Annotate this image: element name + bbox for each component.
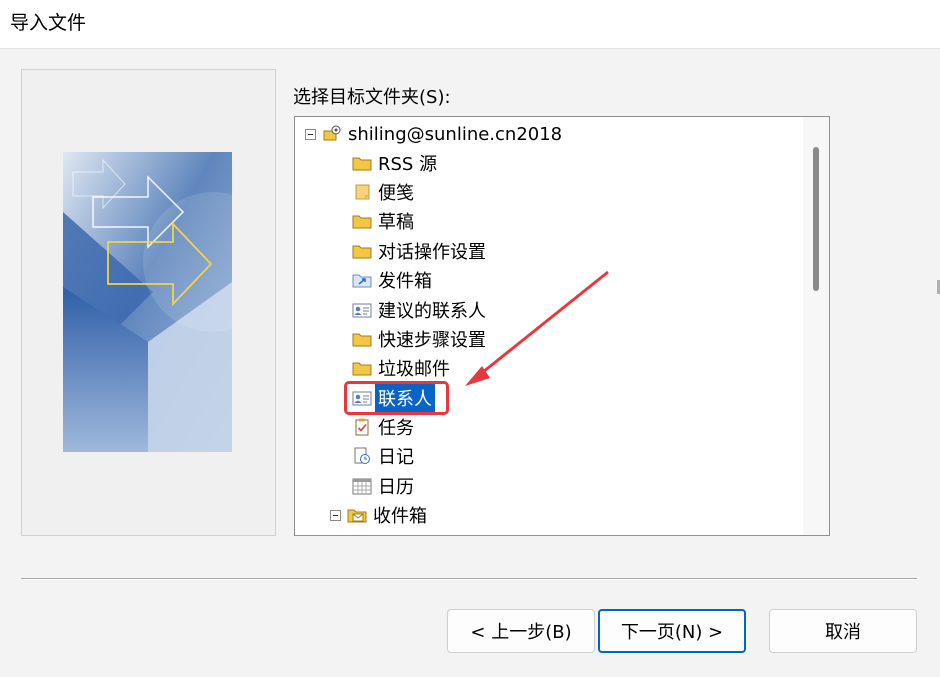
tree-item-label: 草稿 [378, 212, 414, 233]
folder-icon [352, 362, 372, 376]
tree-item-label: 对话操作设置 [378, 242, 486, 263]
inbox-icon [347, 509, 367, 523]
calendar-icon [352, 478, 372, 495]
tree-item-quick-steps[interactable]: 快速步骤设置 [352, 325, 486, 353]
tree-item-label: 发件箱 [378, 271, 432, 292]
tree-item-label: 建议的联系人 [378, 301, 486, 322]
tree-item-suggested-contacts[interactable]: 建议的联系人 [352, 296, 486, 324]
tree-item-label: 快速步骤设置 [378, 330, 486, 351]
tree-item-notes[interactable]: 便笺 [352, 178, 414, 206]
tree-item-junk[interactable]: 垃圾邮件 [352, 354, 450, 382]
tree-item-label: 收件箱 [373, 506, 427, 527]
tree-item-outbox[interactable]: 发件箱 [352, 266, 432, 294]
footer-separator [21, 578, 917, 580]
scrollbar-thumb[interactable] [813, 147, 819, 291]
tree-item-rss[interactable]: RSS 源 [352, 149, 437, 177]
back-button[interactable]: < 上一步(B) [447, 609, 595, 653]
tree-item-label: 便笺 [378, 183, 414, 204]
tree-item-label: 联系人 [374, 383, 436, 413]
folder-icon [352, 157, 372, 171]
wizard-banner-image [63, 152, 232, 452]
tree-scrollbar[interactable] [803, 117, 829, 535]
journal-icon [354, 447, 370, 464]
collapse-icon[interactable] [305, 128, 316, 140]
tree-account-node[interactable]: shiling@sunline.cn2018 [305, 120, 562, 148]
window-title: 导入文件 [10, 12, 87, 34]
tree-item-tasks[interactable]: 任务 [352, 413, 414, 441]
folder-icon [352, 245, 372, 259]
contact-card-icon [352, 303, 372, 318]
tree-item-conversation-settings[interactable]: 对话操作设置 [352, 237, 486, 265]
tree-item-label: 任务 [378, 418, 414, 439]
title-bar: 导入文件 [0, 0, 940, 49]
collapse-icon[interactable] [330, 509, 341, 521]
tree-item-label: 日记 [378, 447, 414, 468]
target-folder-label: 选择目标文件夹(S): [293, 87, 451, 108]
tree-item-drafts[interactable]: 草稿 [352, 207, 414, 235]
note-icon [355, 184, 370, 200]
tree-item-calendar[interactable]: 日历 [352, 472, 414, 500]
folder-icon [352, 215, 372, 229]
tree-item-label: RSS 源 [378, 154, 438, 175]
folder-tree[interactable]: shiling@sunline.cn2018 RSS 源 便笺 草稿 对话操作设… [294, 116, 830, 536]
account-name: shiling@sunline.cn2018 [348, 123, 563, 145]
tree-item-journal[interactable]: 日记 [352, 442, 414, 470]
account-icon [323, 125, 341, 141]
cancel-button[interactable]: 取消 [769, 609, 917, 653]
tree-item-label: 日历 [378, 477, 414, 498]
tree-item-contacts[interactable]: 联系人 [352, 383, 436, 413]
tree-item-label: 垃圾邮件 [378, 359, 450, 380]
folder-icon [352, 333, 372, 347]
outbox-icon [352, 274, 372, 288]
tree-item-inbox[interactable]: 收件箱 [330, 501, 427, 529]
next-button[interactable]: 下一页(N) > [598, 609, 746, 653]
contact-card-icon [352, 391, 372, 406]
task-icon [355, 418, 369, 436]
